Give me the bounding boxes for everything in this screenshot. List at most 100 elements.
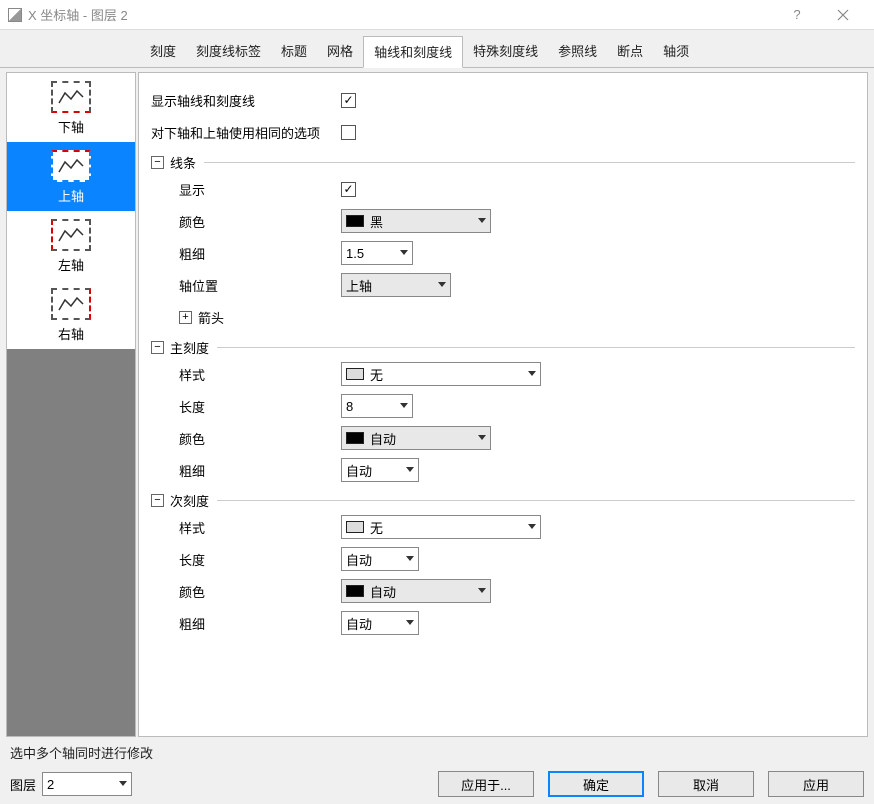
label-line-thickness: 粗细: [151, 244, 341, 263]
apply-to-button[interactable]: 应用于...: [438, 771, 534, 797]
tab-reference-lines[interactable]: 参照线: [548, 36, 607, 67]
axis-icon: [51, 150, 91, 182]
combo-line-color[interactable]: 黑: [341, 209, 491, 233]
axis-icon: [51, 81, 91, 113]
checkbox-same-top-bottom[interactable]: [341, 125, 356, 140]
tab-breaks[interactable]: 断点: [607, 36, 653, 67]
axis-sidebar: 下轴 上轴 左轴 右轴: [6, 72, 136, 737]
axis-icon: [51, 219, 91, 251]
chevron-down-icon: [119, 781, 127, 787]
combo-major-color[interactable]: 自动: [341, 426, 491, 450]
label-line-color: 颜色: [151, 212, 341, 231]
label-major-color: 颜色: [151, 429, 341, 448]
style-swatch-icon: [346, 368, 364, 380]
chevron-down-icon: [528, 524, 536, 530]
combo-layer[interactable]: 2: [42, 772, 132, 796]
combo-line-thickness[interactable]: 1.5: [341, 241, 413, 265]
collapse-toggle-line[interactable]: −: [151, 156, 164, 169]
tab-scale[interactable]: 刻度: [140, 36, 186, 67]
section-major-label: 主刻度: [170, 338, 209, 357]
combo-minor-length[interactable]: 自动: [341, 547, 419, 571]
chevron-down-icon: [400, 250, 408, 256]
combo-value: 自动: [346, 550, 400, 569]
divider: [217, 347, 855, 348]
combo-major-style[interactable]: 无: [341, 362, 541, 386]
chevron-down-icon: [406, 556, 414, 562]
style-swatch-icon: [346, 521, 364, 533]
cancel-button[interactable]: 取消: [658, 771, 754, 797]
color-swatch-icon: [346, 585, 364, 597]
sidebar-item-bottom-axis[interactable]: 下轴: [7, 73, 135, 142]
combo-minor-style[interactable]: 无: [341, 515, 541, 539]
window-title: X 坐标轴 - 图层 2: [28, 5, 774, 24]
sidebar-item-top-axis[interactable]: 上轴: [7, 142, 135, 211]
combo-value: 黑: [370, 212, 472, 231]
color-swatch-icon: [346, 432, 364, 444]
chevron-down-icon: [478, 435, 486, 441]
chevron-down-icon: [528, 371, 536, 377]
chevron-down-icon: [406, 620, 414, 626]
expand-toggle-arrow[interactable]: +: [179, 311, 192, 324]
sidebar-item-left-axis[interactable]: 左轴: [7, 211, 135, 280]
combo-value: 自动: [346, 461, 400, 480]
label-minor-length: 长度: [151, 550, 341, 569]
checkbox-show-axis-ticks[interactable]: [341, 93, 356, 108]
label-show: 显示: [151, 180, 341, 199]
label-major-style: 样式: [151, 365, 341, 384]
tab-tick-labels[interactable]: 刻度线标签: [186, 36, 271, 67]
combo-value: 2: [47, 777, 113, 792]
apply-button[interactable]: 应用: [768, 771, 864, 797]
combo-major-thickness[interactable]: 自动: [341, 458, 419, 482]
label-major-thickness: 粗细: [151, 461, 341, 480]
divider: [204, 162, 855, 163]
combo-axis-position[interactable]: 上轴: [341, 273, 451, 297]
tab-bar: 刻度 刻度线标签 标题 网格 轴线和刻度线 特殊刻度线 参照线 断点 轴须: [0, 30, 874, 68]
color-swatch-icon: [346, 215, 364, 227]
footer-hint: 选中多个轴同时进行修改: [0, 741, 874, 764]
chevron-down-icon: [478, 218, 486, 224]
chevron-down-icon: [400, 403, 408, 409]
sidebar-item-right-axis[interactable]: 右轴: [7, 280, 135, 349]
combo-minor-thickness[interactable]: 自动: [341, 611, 419, 635]
collapse-toggle-major[interactable]: −: [151, 341, 164, 354]
sidebar-item-label: 右轴: [58, 324, 84, 343]
layer-label: 图层: [10, 775, 36, 794]
close-icon: [837, 9, 849, 21]
combo-major-length[interactable]: 8: [341, 394, 413, 418]
label-minor-style: 样式: [151, 518, 341, 537]
collapse-toggle-minor[interactable]: −: [151, 494, 164, 507]
combo-value: 自动: [346, 614, 400, 633]
combo-value: 上轴: [346, 276, 432, 295]
label-show-axis-ticks: 显示轴线和刻度线: [151, 91, 341, 110]
combo-value: 自动: [370, 582, 472, 601]
sidebar-item-label: 左轴: [58, 255, 84, 274]
tab-title[interactable]: 标题: [271, 36, 317, 67]
label-major-length: 长度: [151, 397, 341, 416]
footer: 图层 2 应用于... 确定 取消 应用: [0, 764, 874, 804]
close-button[interactable]: [820, 0, 866, 30]
label-minor-color: 颜色: [151, 582, 341, 601]
combo-value: 1.5: [346, 246, 394, 261]
tab-axis-ticks[interactable]: 轴线和刻度线: [363, 36, 463, 68]
combo-value: 无: [370, 518, 522, 537]
tab-grid[interactable]: 网格: [317, 36, 363, 67]
divider: [217, 500, 855, 501]
combo-value: 无: [370, 365, 522, 384]
titlebar: X 坐标轴 - 图层 2 ?: [0, 0, 874, 30]
tab-special-ticks[interactable]: 特殊刻度线: [463, 36, 548, 67]
sidebar-item-label: 下轴: [58, 117, 84, 136]
section-line-label: 线条: [170, 153, 196, 172]
label-same-top-bottom: 对下轴和上轴使用相同的选项: [151, 123, 341, 142]
checkbox-line-show[interactable]: [341, 182, 356, 197]
combo-value: 8: [346, 399, 394, 414]
ok-button[interactable]: 确定: [548, 771, 644, 797]
sidebar-empty: [7, 349, 135, 736]
combo-value: 自动: [370, 429, 472, 448]
help-button[interactable]: ?: [774, 0, 820, 30]
content-panel: 显示轴线和刻度线 对下轴和上轴使用相同的选项 − 线条 显示 颜色 黑: [138, 72, 868, 737]
tab-rug[interactable]: 轴须: [653, 36, 699, 67]
combo-minor-color[interactable]: 自动: [341, 579, 491, 603]
chevron-down-icon: [478, 588, 486, 594]
chevron-down-icon: [438, 282, 446, 288]
chevron-down-icon: [406, 467, 414, 473]
